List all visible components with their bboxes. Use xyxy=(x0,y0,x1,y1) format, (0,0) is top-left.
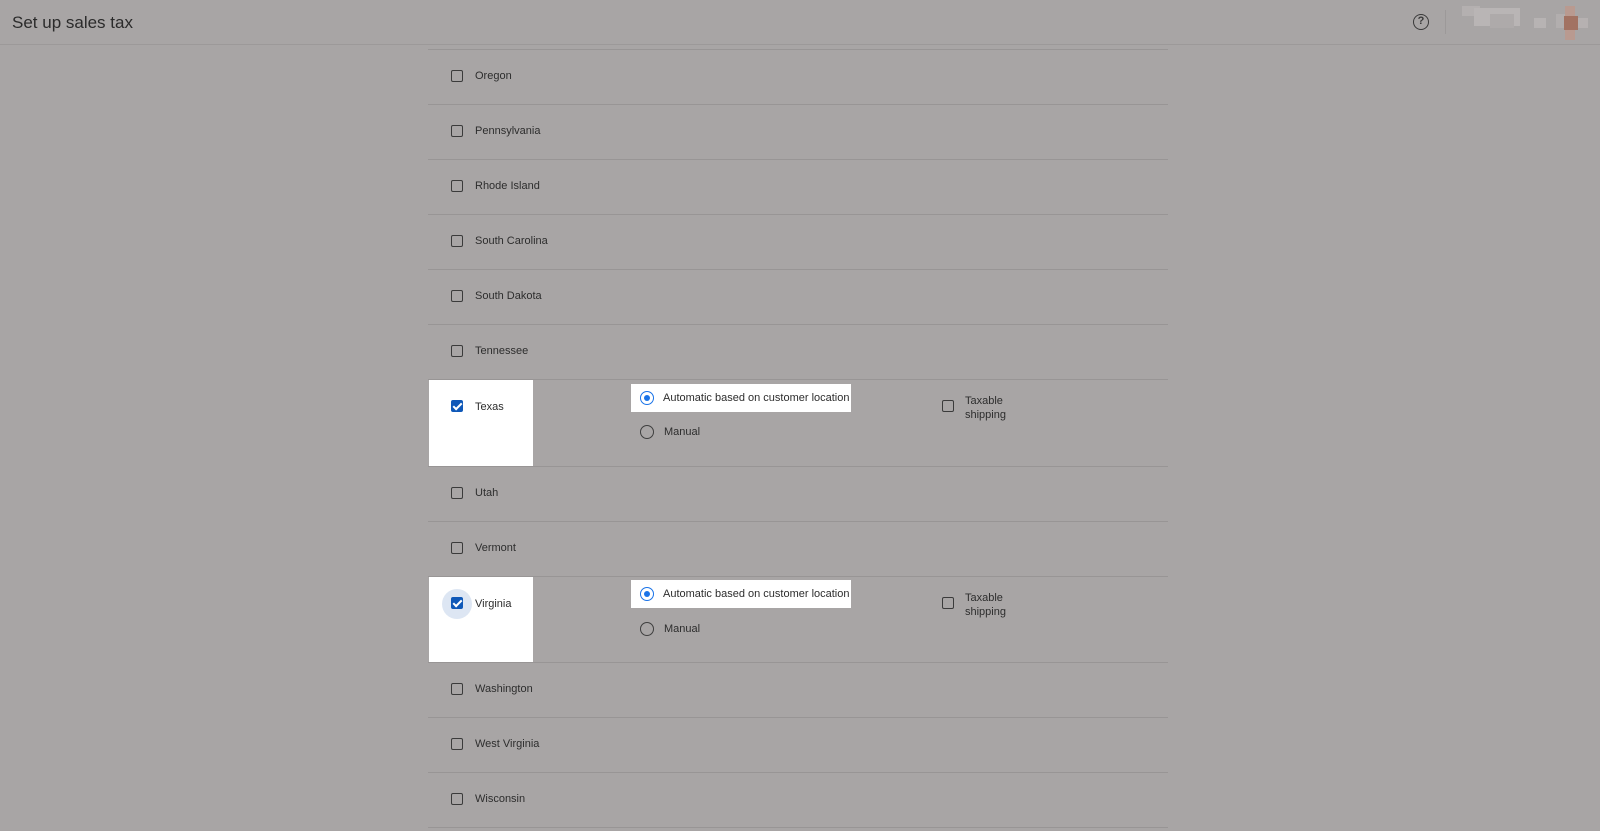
state-label: Utah xyxy=(475,487,499,499)
south-carolina-checkbox[interactable] xyxy=(451,235,463,247)
tennessee-checkbox[interactable] xyxy=(451,345,463,357)
state-label: Washington xyxy=(475,683,533,695)
virginia-checkbox[interactable] xyxy=(451,597,463,609)
state-label: Oregon xyxy=(475,70,512,82)
oregon-checkbox[interactable] xyxy=(451,70,463,82)
texas-highlight xyxy=(429,380,533,466)
south-dakota-checkbox[interactable] xyxy=(451,290,463,302)
state-label: Pennsylvania xyxy=(475,125,541,137)
state-row-wisconsin: Wisconsin xyxy=(428,773,1168,828)
state-label: Vermont xyxy=(475,542,516,554)
state-label: Wisconsin xyxy=(475,793,526,805)
taxable-shipping-label: Taxable shipping xyxy=(965,395,1006,421)
state-list-panel: Oregon Pennsylvania Rhode Island South C… xyxy=(428,45,1168,831)
texas-automatic-radio[interactable] xyxy=(640,391,654,405)
page-title: Set up sales tax xyxy=(12,13,133,32)
state-row-pennsylvania: Pennsylvania xyxy=(428,105,1168,160)
state-row-south-carolina: South Carolina xyxy=(428,215,1168,270)
vermont-checkbox[interactable] xyxy=(451,542,463,554)
state-row-west-virginia: West Virginia xyxy=(428,718,1168,773)
automatic-option-label: Automatic based on customer location xyxy=(663,588,850,600)
state-row-washington: Washington xyxy=(428,663,1168,718)
state-row-tennessee: Tennessee xyxy=(428,325,1168,380)
account-avatar[interactable] xyxy=(1462,6,1592,40)
virginia-manual-radio[interactable] xyxy=(640,622,654,636)
state-row-virginia: Virginia Automatic based on customer loc… xyxy=(428,577,1168,663)
state-label: Tennessee xyxy=(475,345,529,357)
top-app-bar: Set up sales tax ? xyxy=(0,0,1600,45)
state-label: South Carolina xyxy=(475,235,548,247)
texas-manual-radio[interactable] xyxy=(640,425,654,439)
virginia-taxable-shipping-checkbox[interactable] xyxy=(942,597,954,609)
state-row-vermont: Vermont xyxy=(428,522,1168,577)
state-label: Texas xyxy=(475,401,504,413)
rhode-island-checkbox[interactable] xyxy=(451,180,463,192)
virginia-highlight xyxy=(429,577,533,662)
washington-checkbox[interactable] xyxy=(451,683,463,695)
virginia-automatic-radio[interactable] xyxy=(640,587,654,601)
state-row-texas: Texas Automatic based on customer locati… xyxy=(428,380,1168,467)
state-row-rhode-island: Rhode Island xyxy=(428,160,1168,215)
manual-option-label: Manual xyxy=(664,426,701,438)
toolbar-divider xyxy=(1445,10,1446,34)
state-row-utah: Utah xyxy=(428,467,1168,522)
automatic-option-label: Automatic based on customer location xyxy=(663,392,850,404)
state-row-oregon: Oregon xyxy=(428,50,1168,105)
state-label: Rhode Island xyxy=(475,180,540,192)
utah-checkbox[interactable] xyxy=(451,487,463,499)
taxable-shipping-label: Taxable shipping xyxy=(965,592,1006,618)
help-circle-icon[interactable]: ? xyxy=(1413,14,1429,30)
state-row-south-dakota: South Dakota xyxy=(428,270,1168,325)
texas-checkbox[interactable] xyxy=(451,400,463,412)
state-label: West Virginia xyxy=(475,738,540,750)
state-label: Virginia xyxy=(475,598,512,610)
pennsylvania-checkbox[interactable] xyxy=(451,125,463,137)
manual-option-label: Manual xyxy=(664,623,701,635)
texas-taxable-shipping-checkbox[interactable] xyxy=(942,400,954,412)
state-label: South Dakota xyxy=(475,290,542,302)
west-virginia-checkbox[interactable] xyxy=(451,738,463,750)
wisconsin-checkbox[interactable] xyxy=(451,793,463,805)
